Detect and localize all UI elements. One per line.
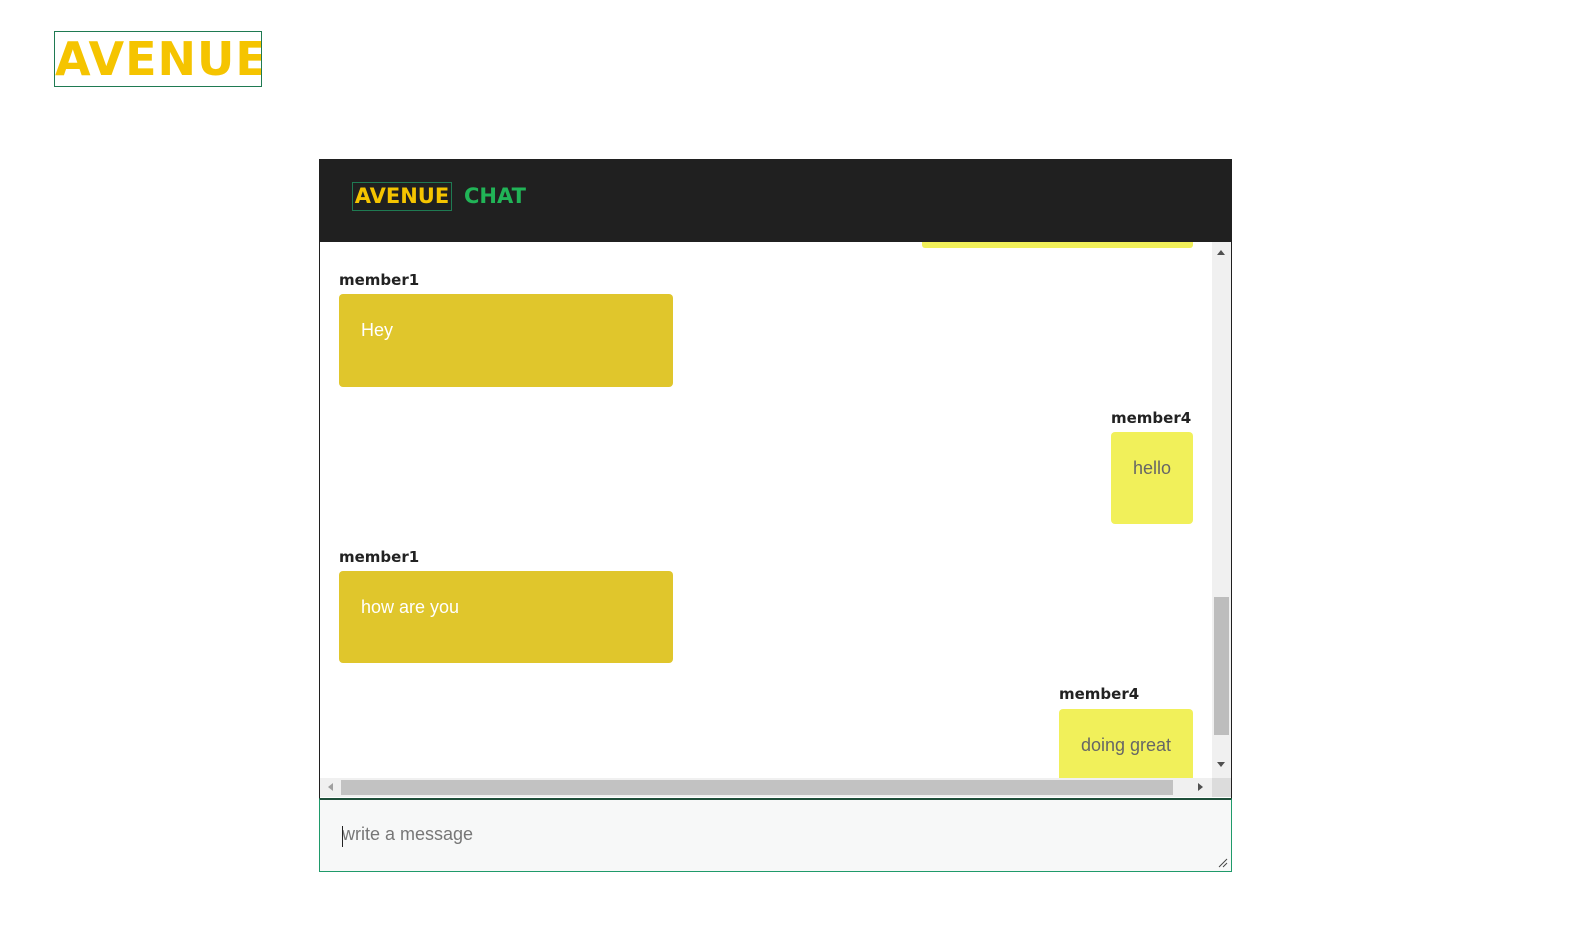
site-logo[interactable]: AVENUE — [54, 31, 262, 87]
scroll-left-arrow-icon[interactable] — [328, 783, 333, 791]
scroll-right-arrow-icon[interactable] — [1198, 783, 1203, 791]
vertical-scrollbar[interactable] — [1212, 242, 1231, 778]
message-sender: member1 — [339, 271, 420, 289]
scroll-up-arrow-icon[interactable] — [1217, 250, 1225, 255]
text-caret — [342, 826, 343, 847]
chat-header-chat-label: CHAT — [464, 184, 526, 208]
message-sender: member4 — [1059, 685, 1140, 703]
message-sender: member1 — [339, 548, 420, 566]
message-bubble-outgoing: hello — [1111, 432, 1193, 524]
message-composer — [319, 798, 1232, 872]
message-sender: member4 — [1111, 409, 1192, 427]
messages-list[interactable]: member1 Hey member4 hello member1 how ar… — [319, 242, 1232, 798]
message-bubble-outgoing: doing great — [1059, 709, 1193, 789]
scrollbar-corner — [1212, 778, 1231, 797]
chat-window: AVENUE CHAT member1 Hey member4 hello me… — [319, 159, 1232, 872]
horizontal-scrollbar-thumb[interactable] — [341, 780, 1173, 795]
horizontal-scrollbar[interactable] — [320, 778, 1212, 797]
resize-handle-icon[interactable] — [1218, 858, 1228, 868]
message-input[interactable] — [320, 800, 1231, 871]
message-bubble-incoming: how are you — [339, 571, 673, 663]
vertical-scrollbar-thumb[interactable] — [1214, 597, 1229, 735]
chat-header: AVENUE CHAT — [319, 159, 1232, 242]
scroll-down-arrow-icon[interactable] — [1217, 762, 1225, 767]
previous-message-bubble — [922, 242, 1193, 248]
message-bubble-incoming: Hey — [339, 294, 673, 387]
chat-header-avenue-label: AVENUE — [352, 182, 452, 211]
